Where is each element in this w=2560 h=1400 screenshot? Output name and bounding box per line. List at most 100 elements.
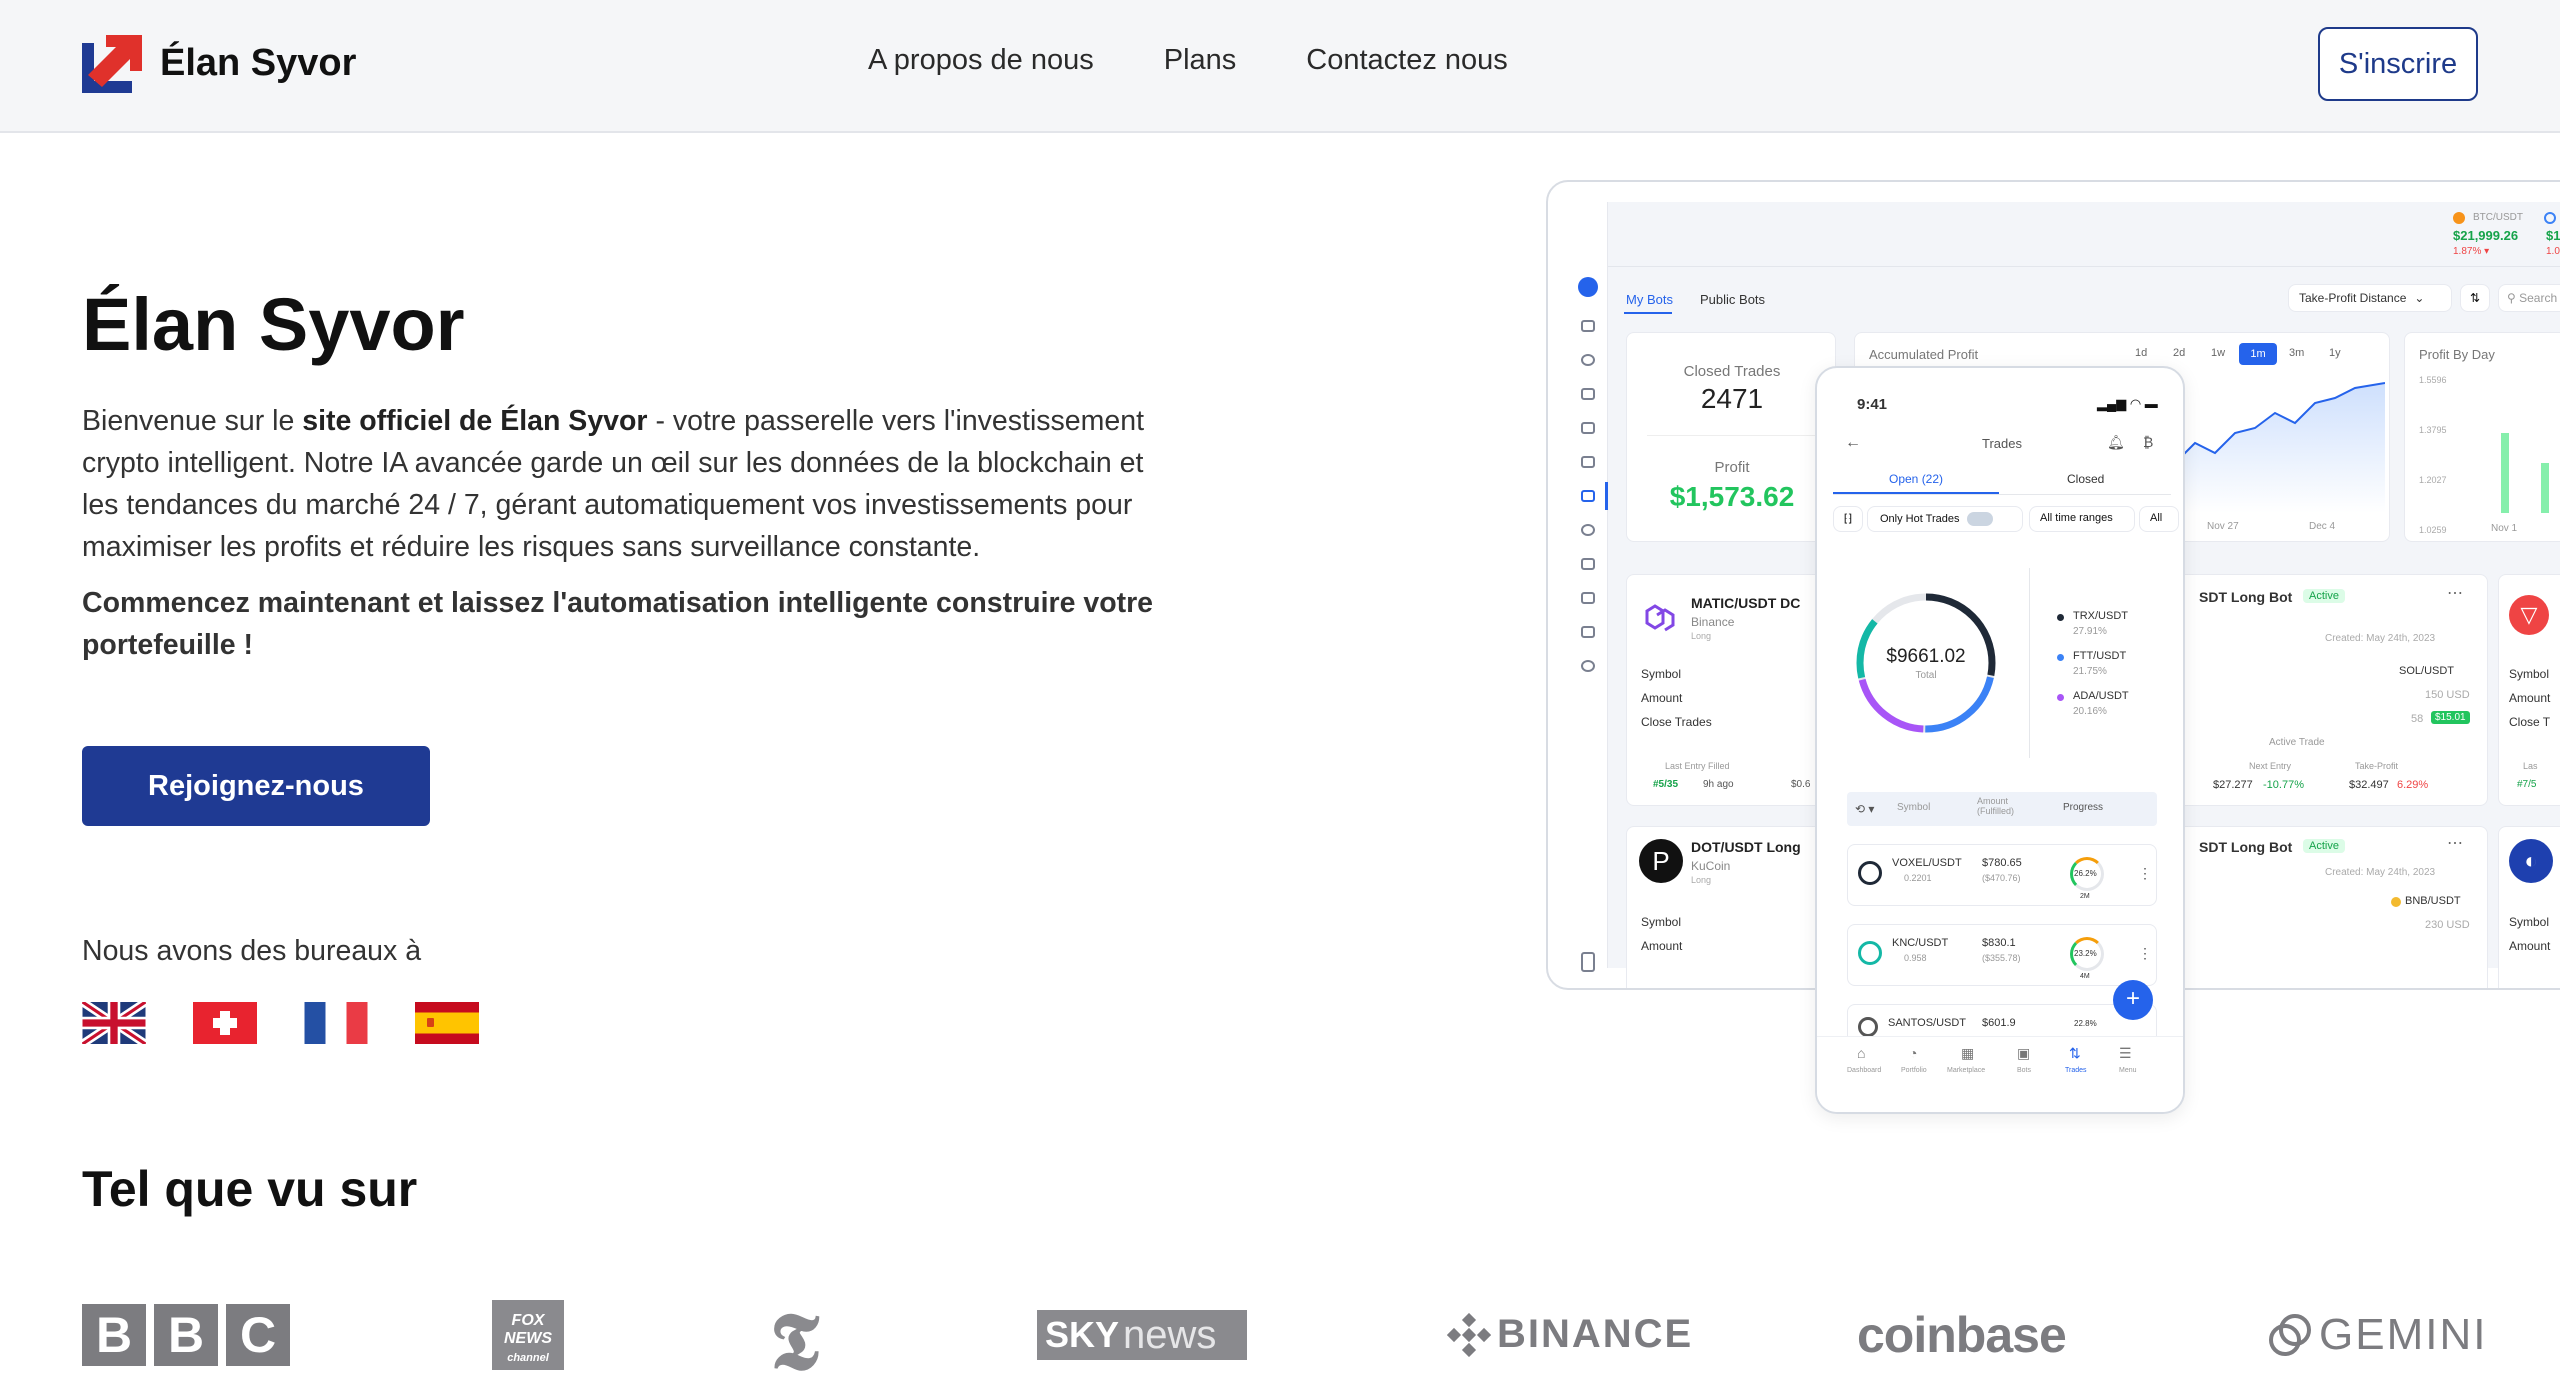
range-1d[interactable]: 1d (2135, 347, 2147, 359)
active-trade-label: Active Trade (2269, 737, 2325, 748)
bell-icon[interactable]: 🔔︎ (2107, 434, 2125, 451)
nav-trades[interactable]: Trades (2065, 1067, 2087, 1074)
col-symbol[interactable]: Symbol (1897, 802, 1930, 813)
nav-bots[interactable]: Bots (2017, 1067, 2031, 1074)
right-bot-created: Created: May 24th, 2023 (2325, 633, 2436, 644)
status-bar-icons: ▂▄▆ ◠ ▬ (2097, 396, 2158, 411)
signup-button[interactable]: S'inscrire (2318, 27, 2478, 101)
nav-menu-icon[interactable]: ☰ (2119, 1045, 2132, 1062)
brand-logo[interactable]: Élan Syvor (82, 33, 356, 93)
nav-portfolio-icon[interactable]: ◔ (1909, 1045, 1917, 1061)
site-header: Élan Syvor A propos de nous Plans Contac… (0, 0, 2560, 133)
hot-trades-toggle[interactable]: Only Hot Trades (1867, 506, 2023, 532)
legend-dot (2057, 694, 2064, 701)
sidebar-gear-icon[interactable] (1581, 660, 1595, 672)
bot-exchange: Binance (1691, 615, 1735, 629)
tab-my-bots[interactable]: My Bots (1626, 292, 1673, 307)
nav-portfolio[interactable]: Portfolio (1901, 1067, 1927, 1074)
nav-plans[interactable]: Plans (1164, 44, 1237, 77)
closed-trades-label: Closed Trades (1683, 363, 1781, 380)
sort-select[interactable]: Take-Profit Distance ⌄ (2288, 284, 2452, 312)
nav-marketplace-icon[interactable]: ▦ (1961, 1045, 1974, 1062)
sidebar-bots-icon[interactable] (1581, 490, 1595, 502)
join-button[interactable]: Rejoignez-nous (82, 746, 430, 826)
right-bot-created: Created: May 24th, 2023 (2325, 867, 2436, 878)
sidebar-toggle-icon[interactable] (1578, 277, 1598, 297)
nav-bots-icon[interactable]: ▣ (2017, 1045, 2030, 1062)
bot-card-bnb[interactable]: SDT Long Bot Active ⋯ Created: May 24th,… (2168, 826, 2488, 988)
sidebar-portfolio-icon[interactable] (1581, 354, 1595, 366)
brand-name: Élan Syvor (160, 41, 357, 84)
right-bot-close-badge: $15.01 (2431, 711, 2470, 724)
all-filter[interactable]: All (2139, 506, 2179, 532)
phone-filter-icon[interactable]: ⁅⁆ (1833, 506, 1863, 532)
history-icon[interactable]: ⟲ ▾ (1855, 802, 1874, 816)
sidebar-dashboard-icon[interactable] (1581, 320, 1595, 332)
toggle-switch[interactable] (1967, 512, 1994, 526)
kebab-icon[interactable]: ⋮ (2138, 945, 2152, 962)
trade-pair: VOXEL/USDT (1892, 857, 1962, 869)
trade-row[interactable]: VOXEL/USDT 0.2201 $780.65 ($470.76) 26.2… (1847, 844, 2157, 906)
time-range-filter[interactable]: All time ranges (2029, 506, 2135, 532)
nav-contact[interactable]: Contactez nous (1306, 44, 1508, 77)
trade-count: 4M (2080, 973, 2090, 980)
sidebar-settings-icon[interactable] (1581, 626, 1595, 638)
far-row-amount: Amount (2509, 691, 2551, 705)
sidebar-eye-icon[interactable] (1581, 524, 1595, 536)
far-row-symbol: Symbol (2509, 667, 2550, 681)
legend-pair: FTT/USDT (2073, 650, 2127, 662)
sort-order-button[interactable]: ⇅ (2460, 284, 2490, 312)
legend-dot (2057, 654, 2064, 661)
nav-menu[interactable]: Menu (2119, 1067, 2137, 1074)
legend-divider (2029, 568, 2030, 758)
nav-trades-icon[interactable]: ⇅ (2069, 1045, 2081, 1062)
bot-card-partial[interactable]: ◐ Symbol Amount (2498, 826, 2560, 988)
range-2d[interactable]: 2d (2173, 347, 2185, 359)
gemini-logo: GEMINI (2267, 1310, 2487, 1360)
nav-about[interactable]: A propos de nous (868, 44, 1094, 77)
portfolio-total-label: Total (1915, 670, 1937, 681)
nav-marketplace[interactable]: Marketplace (1947, 1067, 1985, 1074)
bot-exchange: KuCoin (1691, 859, 1731, 873)
sidebar-chat-icon[interactable] (1581, 422, 1595, 434)
sidebar-signal-icon[interactable] (1581, 456, 1595, 468)
trade-row[interactable]: KNC/USDT 0.958 $830.1 ($355.78) 23.2% 4M… (1847, 924, 2157, 986)
nav-dashboard[interactable]: Dashboard (1847, 1067, 1881, 1074)
range-1m[interactable]: 1m (2239, 343, 2277, 365)
range-1y[interactable]: 1y (2329, 347, 2341, 359)
sidebar-list-icon[interactable] (1581, 558, 1595, 570)
col-progress[interactable]: Progress (2063, 802, 2103, 813)
uk-flag-icon (82, 1002, 146, 1044)
sidebar-exchange-icon[interactable] (1581, 388, 1595, 400)
sidebar-users-icon[interactable] (1581, 592, 1595, 604)
bot-card-sol[interactable]: SDT Long Bot Active ⋯ Created: May 24th,… (2168, 574, 2488, 806)
kebab-icon[interactable]: ⋮ (2138, 865, 2152, 882)
phone-bottom-nav: ⌂ Dashboard ◔ Portfolio ▦ Marketplace ▣ … (1817, 1036, 2183, 1112)
more-icon[interactable]: ⋯ (2447, 583, 2463, 603)
bot-card-tron[interactable]: ▽ Symbol Amount Close T Las #7/5 (2498, 574, 2560, 806)
bot-footer-label: Last Entry Filled (1665, 761, 1730, 771)
range-3m[interactable]: 3m (2289, 347, 2304, 359)
hero-intro-bold: site officiel de Élan Syvor (302, 405, 648, 437)
col-amount[interactable]: Amount (Fulfilled) (1977, 796, 2037, 816)
nav-dashboard-icon[interactable]: ⌂ (1857, 1045, 1865, 1061)
next-entry-label: Next Entry (2249, 761, 2292, 771)
sidebar-phone-icon[interactable] (1581, 952, 1595, 972)
tab-public-bots[interactable]: Public Bots (1700, 292, 1765, 307)
trade-fulfilled: ($355.78) (1982, 953, 2021, 963)
bnb-icon (2391, 897, 2401, 907)
more-icon[interactable]: ⋯ (2447, 833, 2463, 853)
hero-cta-text: Commencez maintenant et laissez l'automa… (82, 587, 1154, 661)
chart-xlabel-2: Dec 4 (2309, 521, 2336, 532)
legend-pct: 21.75% (2073, 666, 2107, 677)
search-input[interactable]: ⚲ Search (2498, 284, 2560, 312)
phone-tab-open[interactable]: Open (22) (1889, 472, 1943, 486)
sidebar-active-indicator (1605, 482, 1608, 510)
status-badge: Active (2303, 589, 2345, 603)
range-1w[interactable]: 1w (2211, 347, 2225, 359)
nyt-logo: 𝕿 (770, 1294, 820, 1388)
phone-tab-closed[interactable]: Closed (2067, 472, 2104, 486)
bitcoin-icon[interactable]: ₿ (2143, 434, 2153, 450)
bot-side: Long (1691, 875, 1712, 885)
add-trade-button[interactable]: + (2113, 980, 2153, 1020)
